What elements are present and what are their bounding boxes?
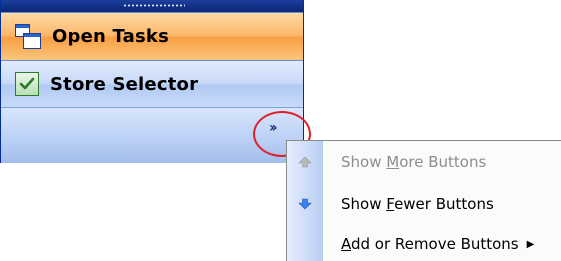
arrow-down-icon xyxy=(287,198,323,210)
pane-resize-grip[interactable] xyxy=(1,0,303,12)
open-tasks-button[interactable]: Open Tasks xyxy=(1,12,303,60)
store-selector-button[interactable]: Store Selector xyxy=(1,60,303,107)
menu-item-show-fewer-buttons[interactable]: Show Fewer Buttons xyxy=(287,187,561,221)
menu-item-label: Show Fewer Buttons xyxy=(341,195,494,213)
store-selector-icon xyxy=(15,72,39,96)
arrow-up-icon xyxy=(287,156,323,168)
configure-buttons-menu: Show More Buttons Show Fewer Buttons Add… xyxy=(286,140,561,261)
menu-item-add-or-remove-buttons[interactable]: Add or Remove Buttons ▶ xyxy=(287,227,561,261)
open-tasks-icon xyxy=(15,23,41,50)
menu-item-show-more-buttons[interactable]: Show More Buttons xyxy=(287,145,561,179)
open-tasks-label: Open Tasks xyxy=(52,26,169,47)
menu-item-label: Add or Remove Buttons xyxy=(341,235,519,253)
menu-item-label: Show More Buttons xyxy=(341,153,487,171)
submenu-arrow-icon: ▶ xyxy=(526,238,535,250)
grip-dots-icon xyxy=(123,4,185,7)
store-selector-label: Store Selector xyxy=(50,73,199,95)
